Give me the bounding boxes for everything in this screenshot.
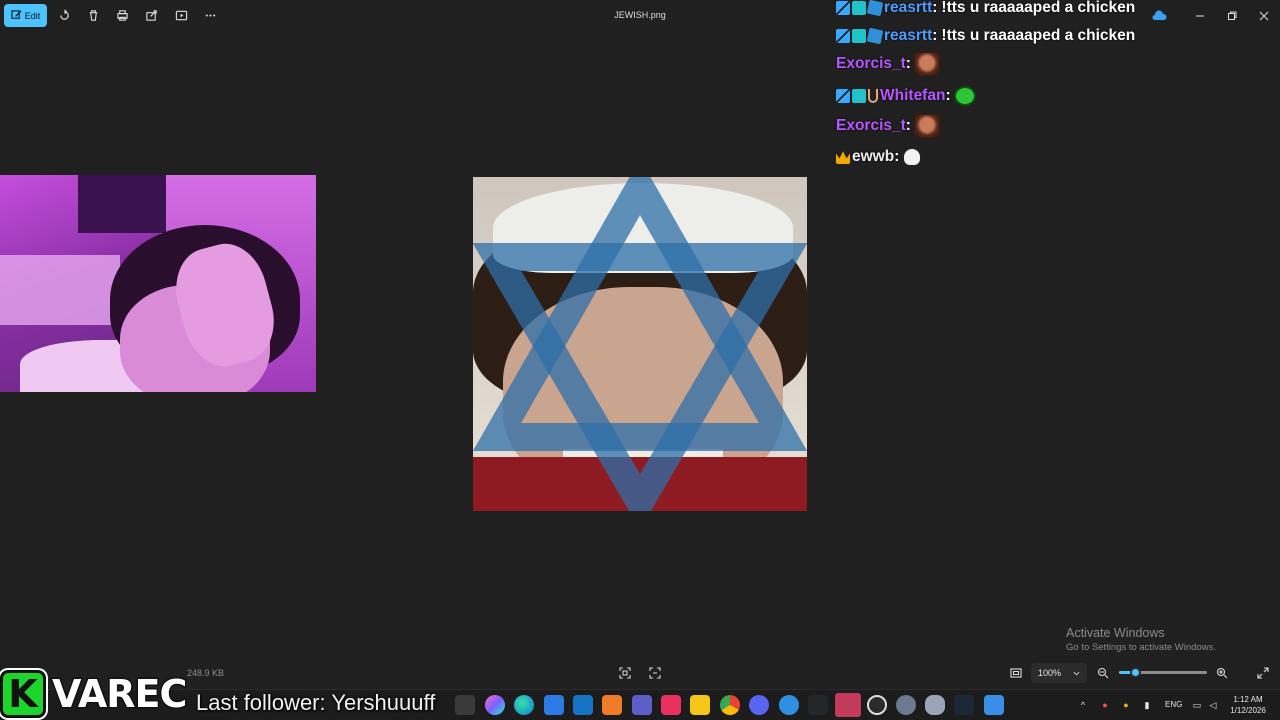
app-a-icon[interactable] — [602, 695, 622, 715]
clock[interactable]: 1:12 AM 1/12/2026 — [1222, 694, 1274, 716]
chrome-app-icon[interactable] — [720, 695, 740, 715]
share-icon[interactable] — [144, 8, 158, 22]
chat-username[interactable]: Exorcis_t — [836, 55, 906, 73]
edit-label: Edit — [24, 10, 41, 21]
music-app-icon[interactable] — [661, 695, 681, 715]
chat-message: reasrtt: !tts u raaaaaped a chicken — [836, 0, 1135, 21]
grid-badge-icon — [852, 89, 866, 103]
edge-app-icon[interactable] — [514, 695, 534, 715]
film-strip-icon[interactable] — [648, 666, 662, 680]
horns-badge-icon — [868, 89, 878, 103]
chevron-down-icon — [1073, 671, 1080, 675]
actual-size-icon[interactable] — [1009, 666, 1023, 680]
zoom-out-icon[interactable] — [1096, 666, 1110, 680]
last-follower-text: Last follower: Yershuuuff — [196, 690, 436, 715]
copilot-app-icon[interactable] — [485, 695, 505, 715]
cube-badge-icon — [866, 0, 884, 17]
chat-message-text: !tts u raaaaaped a chicken — [941, 0, 1136, 16]
teams-app-icon[interactable] — [632, 695, 652, 715]
cube-badge-icon — [866, 27, 884, 45]
obs-app-icon[interactable] — [867, 695, 887, 715]
ghost-emote-icon — [902, 147, 923, 167]
terminal-app-icon[interactable] — [808, 695, 828, 715]
slideshow-icon[interactable] — [174, 8, 188, 22]
chat-message: ewwb: — [836, 144, 923, 170]
zoom-level: 100% — [1038, 668, 1062, 678]
activate-title: Activate Windows — [1066, 626, 1165, 640]
restore-icon[interactable] — [1225, 9, 1239, 23]
app-shield-icon[interactable] — [925, 695, 945, 715]
more-icon[interactable] — [203, 8, 217, 22]
chat-username[interactable]: Whitefan — [880, 87, 945, 105]
discord-app-icon[interactable] — [749, 695, 769, 715]
chevron-up-icon[interactable]: ^ — [1077, 699, 1089, 711]
chat-username[interactable]: reasrtt — [884, 27, 932, 45]
outlook-app-icon[interactable] — [573, 695, 593, 715]
sword-badge-icon — [836, 29, 850, 43]
stream-logo: K VAREC — [0, 667, 189, 720]
chat-message: Whitefan: — [836, 83, 976, 109]
sword-badge-icon — [836, 1, 850, 15]
chat-username[interactable]: ewwb — [852, 148, 894, 166]
file-title: JEWISH.png — [614, 10, 666, 20]
displayed-image — [473, 177, 807, 511]
settings-app-icon[interactable] — [896, 695, 916, 715]
chat-message: Exorcis_t: — [836, 113, 940, 139]
chat-message: reasrtt: !tts u raaaaaped a chicken — [836, 23, 1135, 49]
clock-date: 1/12/2026 — [1230, 706, 1266, 715]
webcam-feed — [0, 175, 316, 392]
rotate-icon[interactable] — [57, 8, 71, 22]
tray-app-icon[interactable]: ● — [1099, 699, 1111, 711]
tray-app2-icon[interactable]: ● — [1120, 699, 1132, 711]
star-overlay — [473, 177, 807, 511]
zoom-level-dropdown[interactable]: 100% — [1031, 663, 1087, 683]
folder-app-icon[interactable] — [690, 695, 710, 715]
onedrive-icon[interactable] — [1151, 9, 1167, 21]
store-app-icon[interactable] — [544, 695, 564, 715]
minimize-icon[interactable] — [1193, 9, 1207, 23]
network-icon[interactable]: ▭ — [1191, 699, 1203, 711]
streamer-name: VAREC — [50, 670, 188, 717]
activate-subtitle: Go to Settings to activate Windows. — [1066, 642, 1216, 653]
volume-icon[interactable]: ◁ — [1207, 699, 1219, 711]
zoom-in-icon[interactable] — [1215, 666, 1229, 680]
zoom-slider[interactable] — [1119, 667, 1207, 678]
fullscreen-icon[interactable] — [1256, 666, 1270, 680]
pepe-emote-icon — [953, 86, 976, 106]
grid-badge-icon — [852, 1, 866, 15]
steam-app-icon[interactable] — [954, 695, 974, 715]
edit-button[interactable]: Edit — [4, 4, 47, 27]
active-app-icon[interactable] — [835, 693, 861, 717]
print-icon[interactable] — [115, 8, 129, 22]
logo-letter: K — [0, 669, 46, 718]
close-icon[interactable] — [1257, 9, 1271, 23]
zoom-slider-thumb[interactable] — [1129, 667, 1141, 678]
face-emote-icon — [913, 114, 940, 138]
taskbar: ^ ● ● ▮ ENG ▭ ◁ 1:12 AM 1/12/2026 — [0, 689, 1280, 720]
crown-badge-icon — [836, 151, 850, 164]
app-blue-icon[interactable] — [779, 695, 799, 715]
chat-username[interactable]: reasrtt — [884, 0, 932, 17]
delete-icon[interactable] — [86, 8, 100, 22]
chat-message-text: !tts u raaaaaped a chicken — [941, 27, 1136, 44]
status-bar: 248.9 KB 100% — [0, 660, 1280, 688]
file-explorer-app-icon[interactable] — [455, 695, 475, 715]
sword-badge-icon — [836, 89, 850, 103]
chat-message: Exorcis_t: — [836, 51, 940, 77]
fit-icon[interactable] — [618, 666, 632, 680]
clock-time: 1:12 AM — [1233, 695, 1263, 704]
microphone-icon[interactable]: ▮ — [1141, 699, 1153, 711]
photos-app-window: Edit JEWISH.png reasrtt: !tts u raaaaap… — [0, 0, 1280, 720]
language-indicator[interactable]: ENG — [1165, 700, 1182, 709]
chat-username[interactable]: Exorcis_t — [836, 117, 906, 135]
activate-windows-watermark: Activate Windows Go to Settings to activ… — [1066, 626, 1216, 653]
photos-app-icon[interactable] — [984, 695, 1004, 715]
file-size: 248.9 KB — [187, 668, 225, 678]
grid-badge-icon — [852, 29, 866, 43]
edit-icon — [11, 10, 22, 19]
face-emote-icon — [913, 52, 940, 76]
